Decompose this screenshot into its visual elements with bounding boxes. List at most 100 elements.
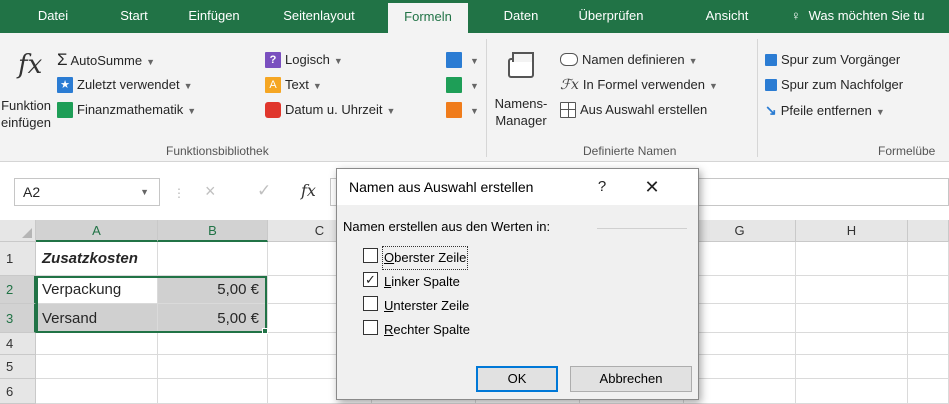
chevron-down-icon: ▼ [146,57,155,67]
option-top-row[interactable]: Oberster Zeile [363,245,469,270]
cell-a2[interactable]: Verpackung [36,276,158,304]
column-header-h[interactable]: H [796,220,908,242]
ok-button[interactable]: OK [476,366,558,392]
math-trig-button[interactable]: ▼ [446,74,479,96]
use-in-formula-button[interactable]: ℱx In Formel verwenden ▼ [560,74,718,96]
option-left-column[interactable]: ✓ Linker Spalte [363,271,460,291]
chevron-down-icon: ▼ [187,106,197,116]
tab-start[interactable]: Start [108,0,160,33]
row-header-4[interactable]: 4 [0,333,36,355]
checkbox-right-column[interactable] [363,320,378,336]
select-all-button[interactable] [0,220,36,242]
insert-function-label-2: einfügen [1,115,51,130]
tell-me-text: Was möchten Sie tu [808,8,925,23]
fill-handle[interactable] [262,328,268,334]
create-names-dialog: Namen aus Auswahl erstellen ? ✕ Namen er… [336,168,699,400]
fx-formula-icon: ℱx [560,77,579,93]
tab-ansicht[interactable]: Ansicht [692,0,762,33]
row-header-5[interactable]: 5 [0,355,36,379]
chevron-down-icon: ▼ [312,81,322,91]
insert-function-button[interactable]: fx Funktion einfügen [0,38,52,138]
checkmark-icon[interactable]: ✓ [257,181,271,201]
create-from-selection-button[interactable]: Aus Auswahl erstellen [560,99,707,121]
cell-b5[interactable] [158,355,268,379]
cancel-button[interactable]: Abbrechen [570,366,692,392]
tab-seitenlayout[interactable]: Seitenlayout [268,0,370,33]
checkbox-bottom-row[interactable] [363,296,378,312]
table-grid-icon [560,101,576,118]
text-button[interactable]: A Text ▼ [265,74,322,96]
sigma-icon: Σ [57,50,68,69]
cell-a5[interactable] [36,355,158,379]
checkbox-left-column[interactable]: ✓ [363,272,378,288]
group-divider [597,228,687,229]
group-separator [757,39,758,157]
ribbon-tab-bar: Datei Start Einfügen Seitenlayout Formel… [0,0,949,33]
group-label-formula-auditing: Formelübe [878,144,936,158]
remove-arrows-icon: ↘ [765,102,777,118]
math-icon [446,76,462,93]
logical-button[interactable]: ? Logisch ▼ [265,49,343,71]
column-header-i[interactable] [908,220,949,242]
cell-b6[interactable] [158,379,268,404]
chevron-down-icon: ▼ [386,106,396,116]
tab-ueberpruefen[interactable]: Überprüfen [566,0,656,33]
name-manager-button[interactable]: Namens- Manager [490,38,552,138]
cell-b2[interactable]: 5,00 € [158,276,268,304]
remove-arrows-button[interactable]: ↘ Pfeile entfernen ▼ [765,99,885,121]
dialog-title: Namen aus Auswahl erstellen [349,179,534,195]
name-manager-label-1: Namens- [494,96,548,111]
cell-a1[interactable]: Zusatzkosten [36,242,158,276]
ribbon-panel: fx Funktion einfügen Σ AutoSumme ▼ ★ Zuletz… [0,33,949,162]
option-right-column[interactable]: Rechter Spalte [363,319,470,339]
tell-me-box[interactable]: ♀ Was möchten Sie tu [791,0,949,33]
trace-dependents-icon [765,78,777,91]
row-header-6[interactable]: 6 [0,379,36,404]
autosum-button[interactable]: Σ AutoSumme ▼ [57,49,155,71]
cell-b3[interactable]: 5,00 € [158,304,268,333]
fx-icon: fx [18,50,43,80]
chevron-down-icon: ▼ [333,56,343,66]
chevron-down-icon: ▼ [470,106,479,116]
cancel-icon[interactable]: × [205,181,216,202]
column-header-g[interactable]: G [684,220,796,242]
cell-a6[interactable] [36,379,158,404]
name-box-value: A2 [23,184,41,200]
row-header-2[interactable]: 2 [0,276,36,304]
cell-b1[interactable] [158,242,268,276]
row-header-3[interactable]: 3 [0,304,36,333]
name-box[interactable]: A2 ▼ [14,178,160,206]
tag-icon [560,53,578,67]
formula-bar-splitter[interactable]: ⋮ [173,186,185,200]
cell-b4[interactable] [158,333,268,355]
cell-a3[interactable]: Versand [36,304,158,333]
checkbox-top-row[interactable] [363,248,378,264]
close-button[interactable]: ✕ [637,175,667,199]
more-functions-button[interactable]: ▼ [446,99,479,121]
lookup-button[interactable]: ▼ [446,49,479,71]
cell-a4[interactable] [36,333,158,355]
tab-daten[interactable]: Daten [491,0,551,33]
trace-dependents-button[interactable]: Spur zum Nachfolger [765,74,903,96]
row-header-1[interactable]: 1 [0,242,36,276]
tab-einfuegen[interactable]: Einfügen [178,0,250,33]
help-button[interactable]: ? [591,176,613,198]
tab-formeln[interactable]: Formeln [388,3,468,33]
option-bottom-row[interactable]: Unterster Zeile [363,295,469,315]
insert-function-fx-button[interactable]: fx [301,181,316,200]
define-name-button[interactable]: Namen definieren ▼ [560,49,698,71]
recently-used-button[interactable]: ★ Zuletzt verwendet ▼ [57,74,193,96]
column-header-a[interactable]: A [36,220,158,242]
financial-button[interactable]: Finanzmathematik ▼ [57,99,196,121]
more-functions-icon [446,101,462,118]
option-left-column-label: Linker Spalte [384,273,460,289]
chevron-down-icon[interactable]: ▼ [140,187,149,197]
chevron-down-icon: ▼ [470,81,479,91]
option-top-row-label: Oberster Zeile [381,245,469,270]
column-header-b[interactable]: B [158,220,268,242]
select-all-triangle-icon [22,228,32,238]
trace-precedents-button[interactable]: Spur zum Vorgänger [765,49,900,71]
tab-datei[interactable]: Datei [25,0,81,33]
datetime-button[interactable]: Datum u. Uhrzeit ▼ [265,99,395,121]
dialog-titlebar[interactable]: Namen aus Auswahl erstellen ? ✕ [337,169,698,205]
